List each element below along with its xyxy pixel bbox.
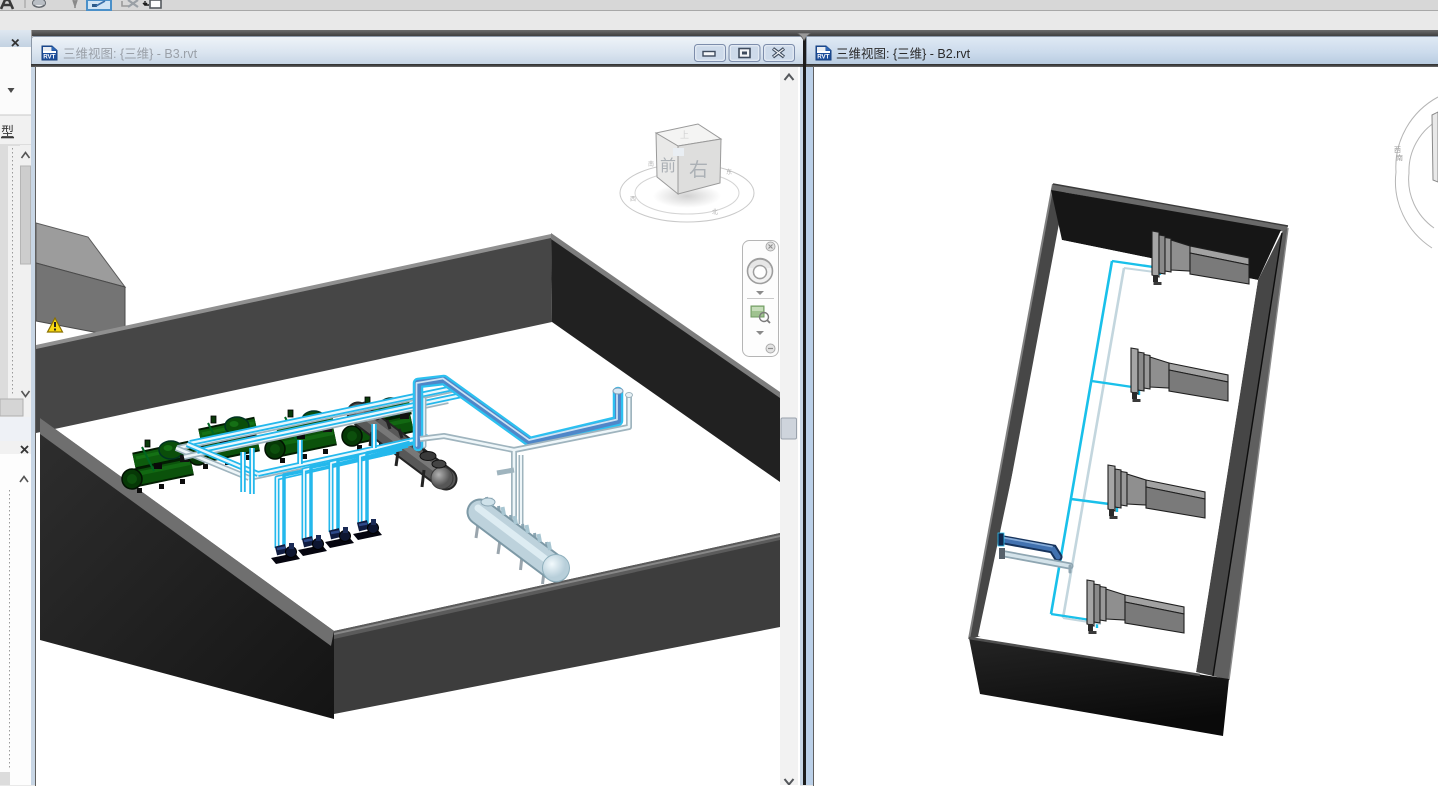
svg-text:西: 西 [630,196,636,203]
svg-text:南: 南 [648,160,654,168]
svg-text:东: 东 [726,168,732,176]
svg-text:右: 右 [689,159,708,181]
svg-text:RVT: RVT [817,54,829,61]
svg-text:北: 北 [712,208,718,216]
svg-text:南: 南 [1396,153,1403,162]
svg-text:上: 上 [680,130,689,140]
svg-text:西: 西 [1394,146,1401,154]
svg-text:前: 前 [660,157,676,175]
svg-text:型: 型 [1,124,14,139]
svg-text:RVT: RVT [43,54,55,61]
